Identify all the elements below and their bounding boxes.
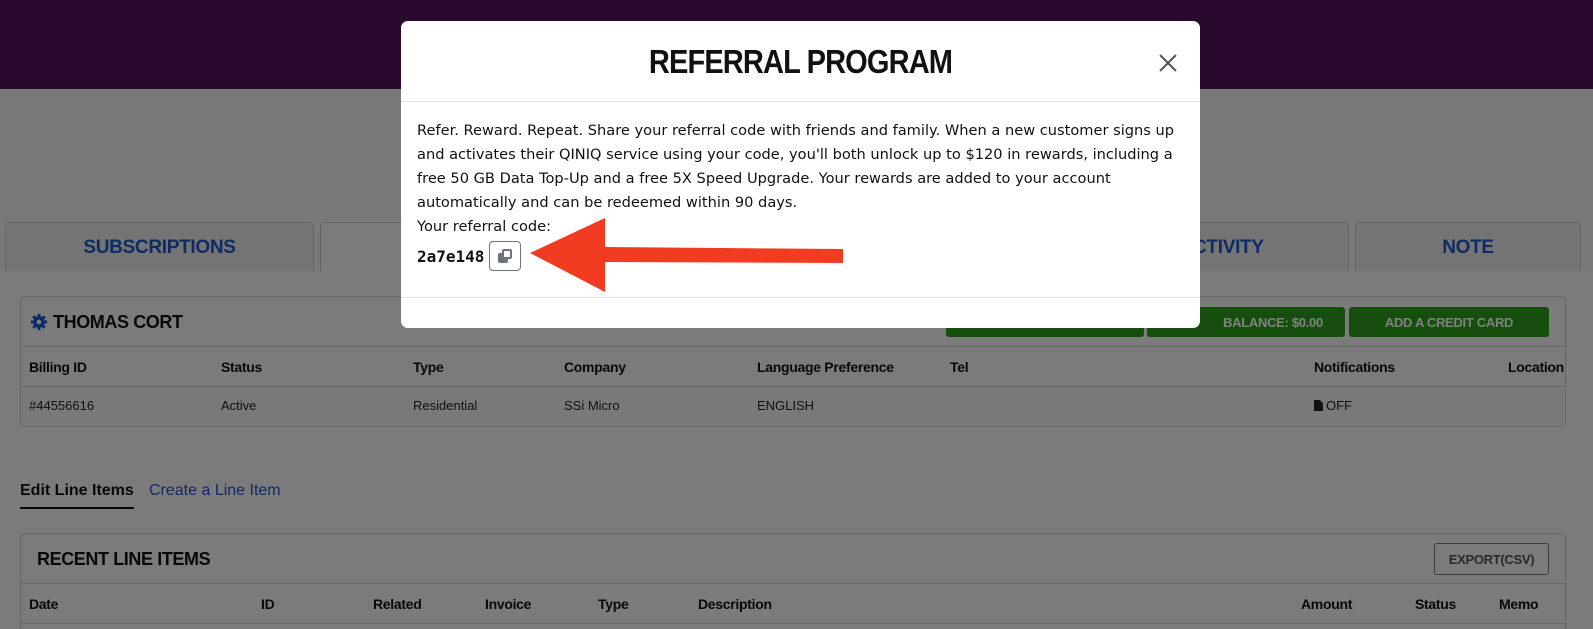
close-icon[interactable] <box>1157 52 1179 74</box>
referral-description: Refer. Reward. Repeat. Share your referr… <box>417 122 1175 211</box>
copy-icon-front <box>502 249 512 259</box>
modal-title: REFERRAL PROGRAM <box>648 43 953 80</box>
referral-code-value[interactable]: 2a7e148 <box>417 247 484 266</box>
modal-header: REFERRAL PROGRAM <box>401 21 1200 102</box>
annotation-arrow <box>530 218 843 292</box>
copy-button[interactable] <box>489 241 521 271</box>
